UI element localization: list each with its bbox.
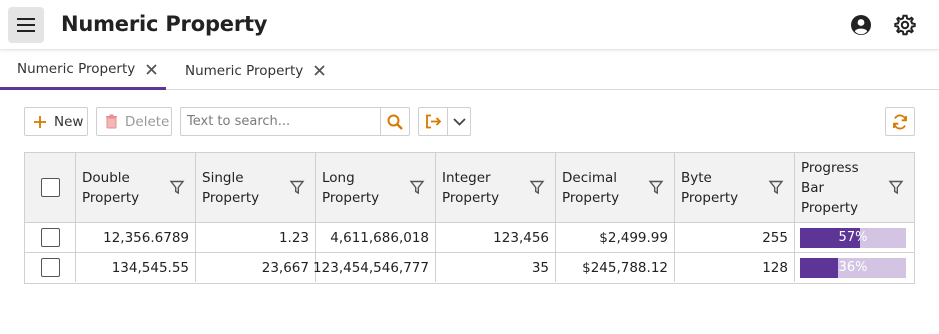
column-header-label: Long Property	[322, 169, 380, 206]
cell-decimal: $245,788.12	[556, 253, 675, 282]
row-select-cell	[25, 223, 76, 252]
column-header-label: Integer Property	[442, 169, 500, 206]
column-header-label: Single Property	[202, 169, 260, 206]
menu-icon	[17, 18, 35, 32]
tab-label: Numeric Property	[185, 62, 304, 79]
chevron-down-icon	[452, 117, 466, 126]
plus-icon	[34, 115, 46, 128]
column-header-byte[interactable]: Byte Property	[675, 153, 795, 222]
cell-single: 23,667	[196, 253, 316, 282]
tab-bar: Numeric Property Numeric Property	[0, 51, 939, 90]
gear-icon	[894, 14, 916, 36]
select-all-cell	[25, 153, 76, 222]
row-select-cell	[25, 253, 76, 282]
export-dropdown-button[interactable]	[447, 107, 471, 136]
page-title: Numeric Property	[61, 12, 268, 36]
export-button[interactable]	[418, 107, 448, 136]
trash-icon	[106, 114, 117, 129]
account-icon	[851, 15, 871, 35]
tab-numeric-property-1[interactable]: Numeric Property	[0, 51, 166, 90]
column-header-integer[interactable]: Integer Property	[436, 153, 556, 222]
row-checkbox[interactable]	[40, 258, 60, 277]
cell-byte: 128	[675, 253, 795, 282]
grid-header: Double Property Single Property Long Pro…	[25, 153, 914, 223]
cell-double: 12,356.6789	[76, 223, 196, 252]
search-icon	[387, 114, 403, 130]
new-button-label: New	[54, 113, 84, 130]
filter-icon[interactable]	[648, 179, 664, 195]
table-row[interactable]: 12,356.6789 1.23 4,611,686,018 123,456 $…	[25, 223, 914, 253]
delete-button-label: Delete	[125, 113, 170, 130]
progress-text: 57%	[838, 229, 868, 245]
settings-button[interactable]	[893, 13, 917, 37]
column-header-decimal[interactable]: Decimal Property	[556, 153, 675, 222]
tab-close-button[interactable]	[313, 65, 325, 77]
search-button[interactable]	[380, 107, 410, 136]
filter-icon[interactable]	[409, 179, 425, 195]
column-header-label: Double Property	[82, 169, 140, 206]
cell-decimal: $2,499.99	[556, 223, 675, 252]
cell-integer: 123,456	[436, 223, 556, 252]
new-button[interactable]: New	[24, 107, 88, 136]
cell-double: 134,545.55	[76, 253, 196, 282]
column-header-label: Byte Property	[681, 169, 739, 206]
data-grid: Double Property Single Property Long Pro…	[24, 152, 915, 284]
cell-long: 123,454,546,777	[313, 253, 436, 282]
filter-icon[interactable]	[768, 179, 784, 195]
filter-icon[interactable]	[888, 179, 904, 195]
cell-integer: 35	[436, 253, 556, 282]
filter-icon[interactable]	[289, 179, 305, 195]
refresh-button[interactable]	[885, 107, 915, 136]
cell-long: 4,611,686,018	[316, 223, 436, 252]
column-header-single[interactable]: Single Property	[196, 153, 316, 222]
table-row[interactable]: 134,545.55 23,667 123,454,546,777 35 $24…	[25, 253, 914, 283]
app-header: Numeric Property	[0, 0, 939, 50]
cell-progress: 57%	[795, 223, 914, 252]
column-header-progress[interactable]: Progress Bar Property	[795, 153, 914, 222]
cell-progress: 36%	[795, 253, 914, 282]
cell-byte: 255	[675, 223, 795, 252]
tab-numeric-property-2[interactable]: Numeric Property	[168, 51, 334, 90]
export-icon	[425, 114, 441, 129]
select-all-checkbox[interactable]	[40, 178, 60, 197]
column-header-label: Progress Bar Property	[801, 159, 859, 216]
delete-button[interactable]: Delete	[96, 107, 172, 136]
filter-icon[interactable]	[529, 179, 545, 195]
tab-close-button[interactable]	[145, 63, 157, 75]
close-icon	[314, 65, 325, 76]
column-header-double[interactable]: Double Property	[76, 153, 196, 222]
row-checkbox[interactable]	[40, 228, 60, 247]
close-icon	[146, 63, 157, 75]
progress-text: 36%	[838, 259, 868, 275]
search-input[interactable]	[180, 107, 381, 136]
menu-button[interactable]	[8, 7, 44, 43]
filter-icon[interactable]	[169, 179, 185, 195]
progress-bar: 36%	[800, 257, 906, 278]
tab-label: Numeric Property	[17, 61, 136, 77]
column-header-label: Decimal Property	[562, 169, 620, 206]
progress-bar: 57%	[800, 227, 906, 248]
refresh-icon	[893, 114, 907, 129]
account-button[interactable]	[849, 13, 873, 37]
cell-single: 1.23	[196, 223, 316, 252]
column-header-long[interactable]: Long Property	[316, 153, 436, 222]
